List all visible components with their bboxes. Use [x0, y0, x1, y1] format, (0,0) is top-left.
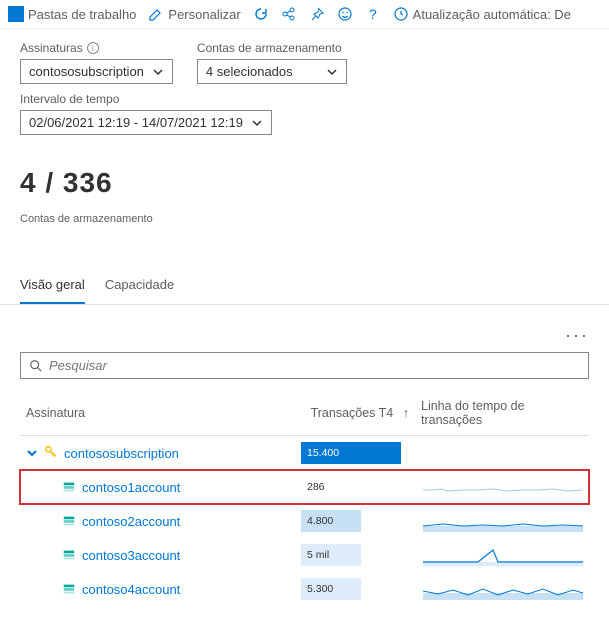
customize-button[interactable]: Personalizar: [148, 6, 240, 22]
row-name: contoso3account: [82, 548, 180, 563]
help-button[interactable]: ?: [365, 6, 381, 22]
subscriptions-label: Assinaturas i: [20, 41, 173, 55]
smiley-icon: [337, 6, 353, 22]
refresh-icon: [253, 6, 269, 22]
col-timeline[interactable]: Linha do tempo de transações: [415, 391, 589, 436]
refresh-button[interactable]: [253, 6, 269, 22]
sparkline: [423, 544, 583, 566]
time-label: Intervalo de tempo: [20, 92, 589, 106]
pin-icon: [309, 6, 325, 22]
grid-area: ··· Assinatura Transações T4 ↑ Linha do …: [0, 305, 609, 626]
filters-row: Assinaturas i contososubscription Contas…: [0, 29, 609, 88]
search-icon: [29, 359, 43, 373]
row-name: contososubscription: [64, 446, 179, 461]
table-row-highlighted[interactable]: contoso1account 286: [20, 470, 589, 504]
summary-subtitle: Contas de armazenamento: [20, 213, 589, 225]
time-dropdown[interactable]: 02/06/2021 12:19 - 14/07/2021 12:19: [20, 110, 272, 135]
search-box[interactable]: [20, 352, 589, 379]
storage-icon: [62, 548, 76, 562]
subscriptions-filter: Assinaturas i contososubscription: [20, 41, 173, 84]
table-row[interactable]: contoso4account 5.300: [20, 572, 589, 606]
sparkline: [423, 578, 583, 600]
bar-value: 5.300: [301, 578, 361, 600]
bar-value: 4.800: [301, 510, 361, 532]
time-value: 02/06/2021 12:19 - 14/07/2021 12:19: [29, 115, 243, 130]
row-name: contoso4account: [82, 582, 180, 597]
storage-icon: [62, 582, 76, 596]
storage-icon: [62, 480, 76, 494]
top-toolbar: Pastas de trabalho Personalizar ? Atuali…: [0, 0, 609, 29]
table-row[interactable]: contoso2account 4.800: [20, 504, 589, 538]
search-input[interactable]: [49, 358, 580, 373]
info-icon[interactable]: i: [87, 42, 99, 54]
chevron-down-icon[interactable]: [26, 447, 38, 459]
share-button[interactable]: [281, 6, 297, 22]
row-name: contoso1account: [82, 480, 180, 495]
chevron-down-icon: [251, 117, 263, 129]
auto-refresh-label: Atualização automática: De: [413, 7, 571, 22]
col-transactions[interactable]: Transações T4 ↑: [295, 391, 415, 436]
bar-value: 286: [301, 476, 401, 498]
tab-bar: Visão geral Capacidade: [0, 269, 609, 305]
chevron-down-icon: [152, 66, 164, 78]
subscriptions-dropdown[interactable]: contososubscription: [20, 59, 173, 84]
storage-dropdown[interactable]: 4 selecionados: [197, 59, 347, 84]
sort-ascending-icon: ↑: [403, 406, 409, 420]
bar-value: 15.400: [301, 442, 401, 464]
sparkline: [423, 476, 583, 498]
storage-filter: Contas de armazenamento 4 selecionados: [197, 41, 347, 84]
feedback-button[interactable]: [337, 6, 353, 22]
summary-block: 4 / 336 Contas de armazenamento: [0, 147, 609, 233]
key-icon: [44, 445, 58, 462]
storage-table: Assinatura Transações T4 ↑ Linha do temp…: [20, 391, 589, 606]
auto-refresh-button[interactable]: Atualização automática: De: [393, 6, 571, 22]
workbook-icon: [8, 6, 24, 22]
share-icon: [281, 6, 297, 22]
summary-count: 4 / 336: [20, 167, 589, 199]
time-filter-row: Intervalo de tempo 02/06/2021 12:19 - 14…: [0, 88, 609, 147]
workbooks-button[interactable]: Pastas de trabalho: [8, 6, 136, 22]
table-row[interactable]: contoso3account 5 mil: [20, 538, 589, 572]
tab-overview[interactable]: Visão geral: [20, 269, 85, 304]
storage-label: Contas de armazenamento: [197, 41, 347, 55]
sparkline: [423, 510, 583, 532]
customize-label: Personalizar: [168, 7, 240, 22]
subscriptions-value: contososubscription: [29, 64, 144, 79]
tab-capacity[interactable]: Capacidade: [105, 269, 174, 304]
storage-value: 4 selecionados: [206, 64, 293, 79]
pencil-icon: [148, 6, 164, 22]
storage-icon: [62, 514, 76, 528]
table-row-parent[interactable]: contososubscription 15.400: [20, 436, 589, 471]
col-subscription[interactable]: Assinatura: [20, 391, 295, 436]
workbooks-label: Pastas de trabalho: [28, 7, 136, 22]
pin-button[interactable]: [309, 6, 325, 22]
row-name: contoso2account: [82, 514, 180, 529]
svg-text:?: ?: [369, 6, 377, 22]
help-icon: ?: [365, 6, 381, 22]
more-menu-button[interactable]: ···: [20, 325, 589, 352]
bar-value: 5 mil: [301, 544, 361, 566]
clock-icon: [393, 6, 409, 22]
chevron-down-icon: [326, 66, 338, 78]
